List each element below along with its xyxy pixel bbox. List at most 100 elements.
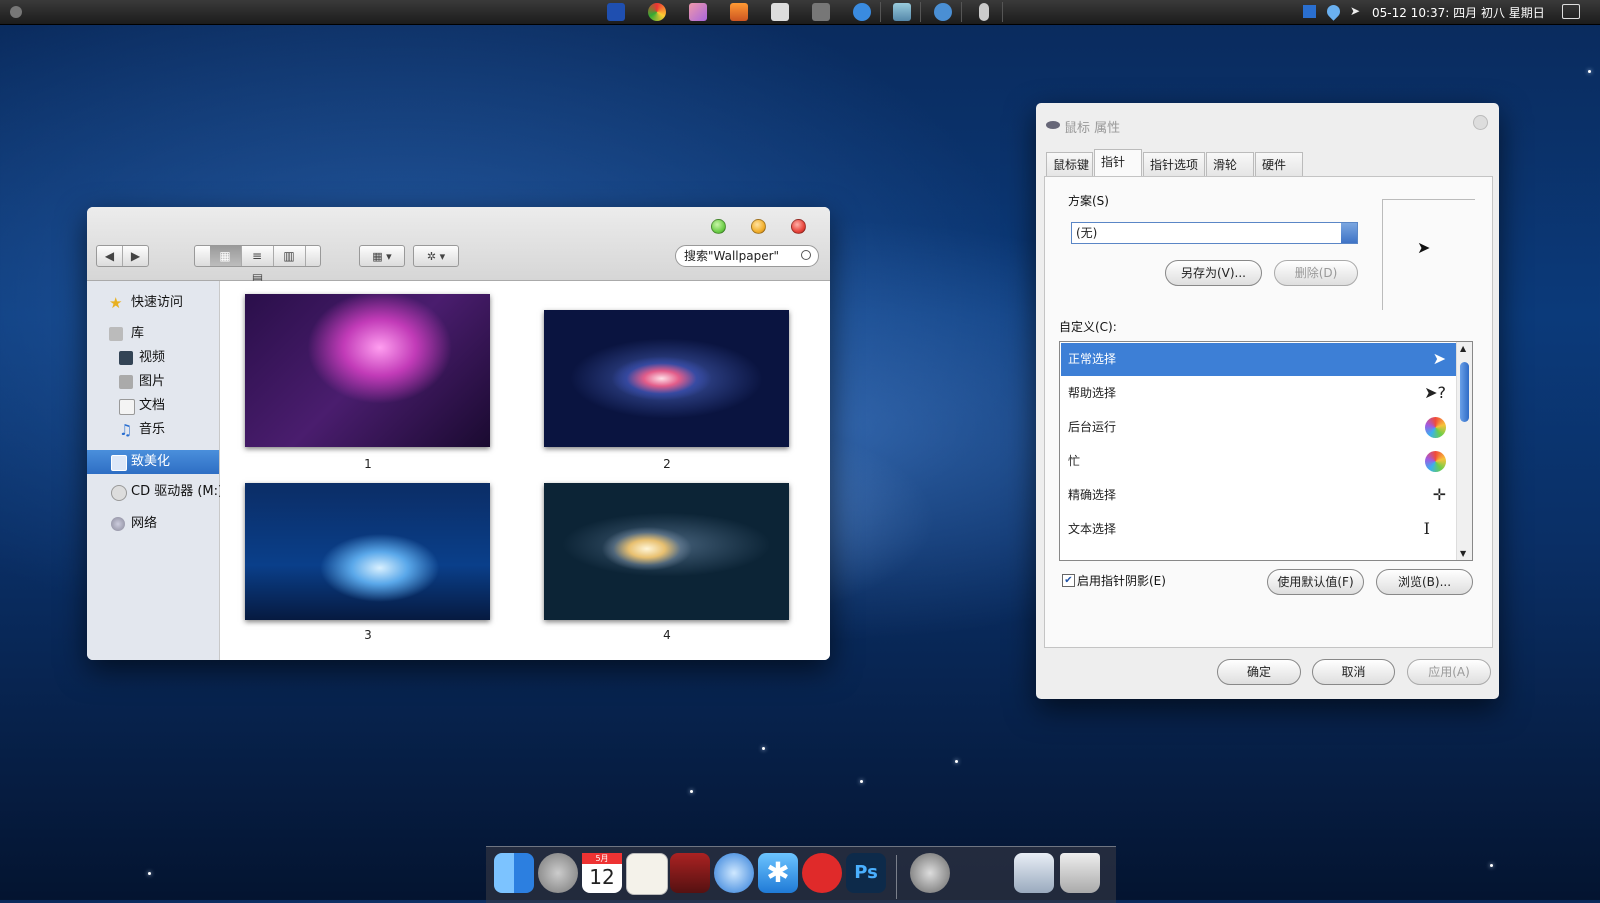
explorer-toolbar: ◀ ▶ ▦ ≡ ▥▤ ▦ ▾ ✲ ▾ 搜索"Wallpaper"	[87, 207, 830, 285]
textedit-icon[interactable]	[626, 853, 668, 895]
tray-separator	[961, 2, 962, 22]
crosshair-icon: ✛	[1432, 485, 1446, 504]
back-button[interactable]: ◀	[97, 246, 123, 266]
scrollbar[interactable]: ▲ ▼	[1456, 342, 1472, 560]
scrollbar-thumb[interactable]	[1460, 362, 1469, 422]
library-icon	[109, 327, 123, 341]
trash-icon[interactable]	[1060, 853, 1100, 893]
calendar-icon[interactable]: 5月 12	[582, 853, 622, 893]
forward-button[interactable]: ▶	[123, 246, 148, 266]
list-item[interactable]: 忙	[1061, 445, 1456, 478]
minimize-button[interactable]	[751, 219, 766, 234]
sidebar-item-videos[interactable]: 视频	[87, 347, 219, 369]
launchpad-icon[interactable]	[538, 853, 578, 893]
wallpaper-thumbnail[interactable]	[245, 483, 490, 620]
tab-pointers[interactable]: 指针	[1094, 149, 1142, 177]
wallpaper-thumbnail[interactable]	[544, 483, 789, 620]
star	[955, 760, 958, 763]
star	[690, 790, 693, 793]
cancel-button[interactable]: 取消	[1312, 659, 1395, 685]
sidebar-item-documents[interactable]: 文档	[87, 395, 219, 417]
sidebar-item-quick-access[interactable]: ★ 快速访问	[87, 292, 219, 314]
sidebar-item-music[interactable]: ♫ 音乐	[87, 419, 219, 441]
photo-booth-icon[interactable]	[670, 853, 710, 893]
monitor-icon	[111, 455, 127, 471]
cursor-preview: ➤	[1382, 199, 1475, 310]
sidebar-item-personalize[interactable]: 致美化	[87, 450, 219, 474]
finder-icon[interactable]	[893, 3, 911, 21]
maximize-button[interactable]	[711, 219, 726, 234]
scheme-dropdown[interactable]: (无)	[1071, 222, 1358, 244]
folder-icon[interactable]	[730, 3, 748, 21]
globe-icon[interactable]	[934, 3, 952, 21]
star	[148, 872, 151, 875]
apply-button[interactable]: 应用(A)	[1407, 659, 1491, 685]
automator-icon[interactable]	[910, 853, 950, 893]
wallpaper-thumbnail[interactable]	[245, 294, 490, 447]
icon-view-button[interactable]: ▦	[209, 246, 242, 266]
list-item[interactable]: 后台运行	[1061, 411, 1456, 444]
tools-icon[interactable]	[812, 3, 830, 21]
enable-shadow-label: 启用指针阴影(E)	[1077, 574, 1166, 588]
close-button[interactable]	[791, 219, 806, 234]
list-item[interactable]: 精确选择 ✛	[1061, 479, 1456, 512]
screenshot-icon[interactable]	[1014, 853, 1054, 893]
notes-icon[interactable]	[771, 3, 789, 21]
safari-icon[interactable]	[714, 853, 754, 893]
enable-shadow-checkbox[interactable]: ✔	[1062, 574, 1075, 587]
sidebar-item-network[interactable]: 网络	[87, 513, 219, 535]
save-as-button[interactable]: 另存为(V)...	[1165, 260, 1262, 286]
mouse-icon	[1046, 121, 1060, 129]
scroll-up-icon[interactable]: ▲	[1460, 344, 1466, 353]
list-item[interactable]: 正常选择 ➤	[1061, 343, 1456, 376]
ok-button[interactable]: 确定	[1217, 659, 1301, 685]
dock: 5月 12 ✱ Ps	[486, 846, 1116, 903]
list-view-button[interactable]: ≡	[242, 246, 274, 266]
chrome-icon[interactable]	[648, 3, 666, 21]
tab-buttons[interactable]: 鼠标键	[1046, 152, 1093, 176]
file-label: 4	[663, 628, 671, 642]
search-field[interactable]: 搜索"Wallpaper"	[675, 245, 819, 267]
drop-icon[interactable]	[1324, 2, 1343, 21]
delete-button[interactable]: 删除(D)	[1274, 260, 1358, 286]
app-store-icon[interactable]: ✱	[758, 853, 798, 893]
finder-icon[interactable]	[494, 853, 534, 893]
tray-separator	[880, 2, 881, 22]
photoshop-icon[interactable]: Ps	[846, 853, 886, 893]
browse-button[interactable]: 浏览(B)...	[1376, 569, 1473, 595]
cursor-list[interactable]: 正常选择 ➤ 帮助选择 ➤? 后台运行 忙 精确选择 ✛ 文本选择 I ▲ ▼	[1059, 341, 1473, 561]
browser-icon[interactable]	[853, 3, 871, 21]
customize-label: 自定义(C):	[1059, 320, 1117, 334]
notification-icon[interactable]	[1562, 4, 1580, 19]
arrange-button[interactable]: ▦ ▾	[359, 245, 405, 267]
network-globe-icon	[111, 517, 125, 531]
close-button[interactable]	[1473, 115, 1488, 130]
tab-hardware[interactable]: 硬件	[1255, 152, 1303, 176]
apple-icon[interactable]	[10, 6, 22, 18]
photo-icon[interactable]	[689, 3, 707, 21]
cd-icon	[111, 485, 127, 501]
star	[860, 780, 863, 783]
action-gear-button[interactable]: ✲ ▾	[413, 245, 459, 267]
column-view-button[interactable]: ▥	[274, 246, 306, 266]
view-mode-group: ▦ ≡ ▥▤	[194, 245, 321, 285]
sidebar-item-pictures[interactable]: 图片	[87, 371, 219, 393]
sidebar-item-library[interactable]: 库	[87, 323, 219, 345]
star-icon: ★	[109, 294, 123, 312]
scroll-down-icon[interactable]: ▼	[1460, 549, 1466, 558]
wallpaper-thumbnail[interactable]	[544, 310, 789, 447]
mouse-icon[interactable]	[979, 3, 989, 21]
star	[1490, 864, 1493, 867]
use-default-button[interactable]: 使用默认值(F)	[1267, 569, 1364, 595]
send-icon[interactable]: ➤	[1350, 5, 1363, 18]
scheme-value: (无)	[1076, 226, 1098, 240]
fx-icon[interactable]	[607, 3, 625, 21]
list-item[interactable]: 文本选择 I	[1061, 513, 1456, 546]
netease-music-icon[interactable]	[802, 853, 842, 893]
list-item[interactable]: 帮助选择 ➤?	[1061, 377, 1456, 410]
plus-icon[interactable]	[1303, 5, 1316, 18]
tab-pointer-options[interactable]: 指针选项	[1143, 152, 1205, 176]
sidebar-item-cd-drive[interactable]: CD 驱动器 (M:)	[87, 481, 223, 503]
clock[interactable]: 05-12 10:37: 四月 初八 星期日	[1372, 4, 1545, 21]
tab-wheel[interactable]: 滑轮	[1206, 152, 1254, 176]
